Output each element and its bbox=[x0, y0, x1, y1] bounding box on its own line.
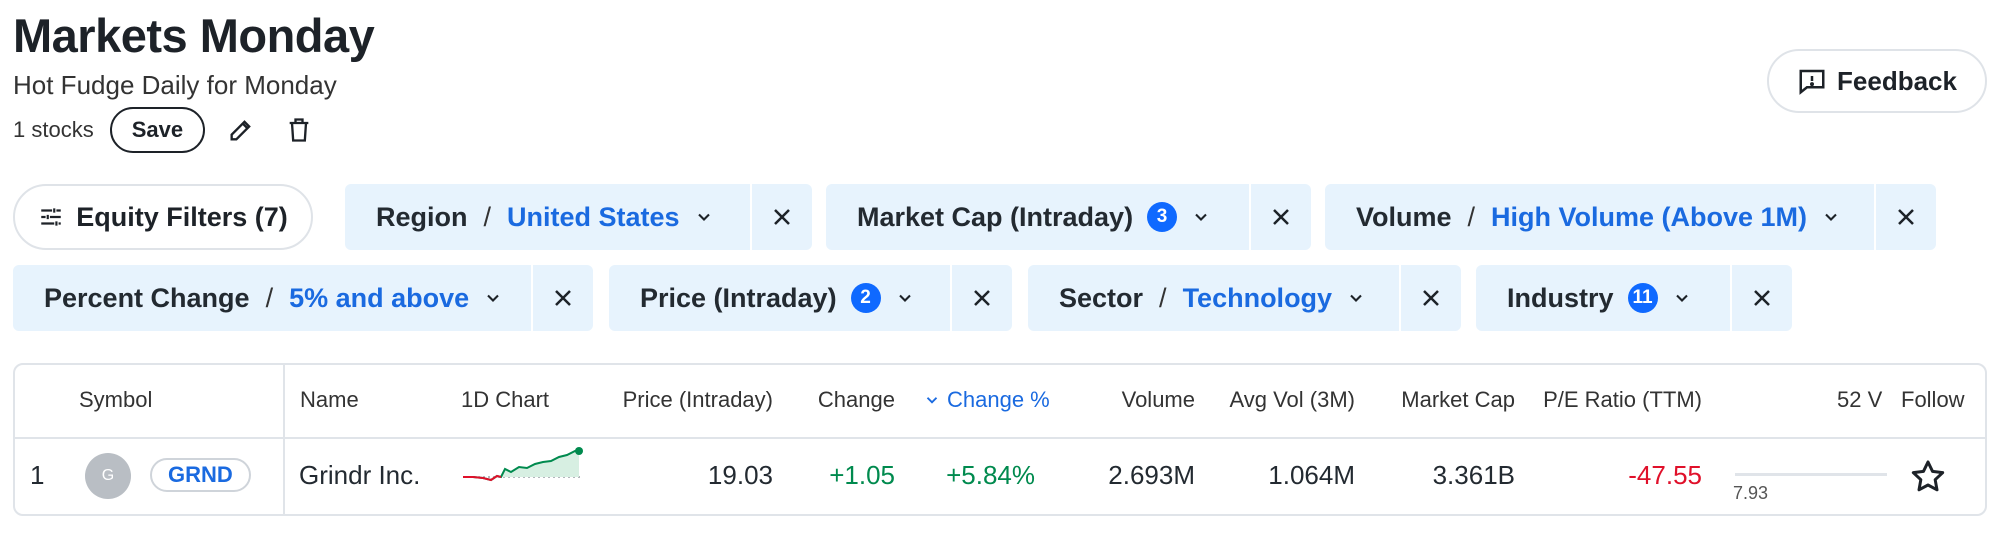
filter-label: Percent Change bbox=[44, 282, 250, 313]
avg-volume-value: 1.064M bbox=[1268, 460, 1355, 490]
filter-chip-volume: Volume / High Volume (Above 1M) bbox=[1325, 184, 1936, 250]
filter-chip-percent-change-toggle[interactable]: Percent Change / 5% and above bbox=[13, 265, 531, 331]
change-pct-value: +5.84% bbox=[946, 460, 1035, 490]
range-bar bbox=[1735, 473, 1887, 476]
screener-actions: 1 stocks Save bbox=[13, 107, 321, 153]
filter-separator: / bbox=[1159, 282, 1167, 313]
chevron-down-icon bbox=[1672, 288, 1692, 308]
sparkline-chart bbox=[463, 447, 583, 482]
column-header-avg-vol[interactable]: Avg Vol (3M) bbox=[1195, 387, 1355, 413]
column-header-follow: Follow bbox=[1901, 387, 1965, 412]
close-icon bbox=[1754, 290, 1770, 306]
close-icon bbox=[774, 209, 790, 225]
feedback-button[interactable]: Feedback bbox=[1767, 49, 1987, 113]
close-icon bbox=[1423, 290, 1439, 306]
symbol-link[interactable]: GRND bbox=[150, 458, 251, 492]
feedback-icon bbox=[1799, 69, 1825, 95]
trash-icon[interactable] bbox=[277, 108, 321, 152]
chevron-down-icon bbox=[1191, 207, 1211, 227]
feedback-label: Feedback bbox=[1837, 65, 1957, 96]
filter-chip-sector: Sector / Technology bbox=[1028, 265, 1461, 331]
price-value: 19.03 bbox=[707, 460, 773, 490]
filter-chip-price: Price (Intraday) 2 bbox=[609, 265, 1012, 331]
filter-chip-region: Region / United States bbox=[345, 184, 812, 250]
filter-count-badge: 2 bbox=[850, 283, 881, 313]
edit-icon[interactable] bbox=[219, 108, 263, 152]
remove-filter-price[interactable] bbox=[952, 265, 1012, 331]
column-header-symbol[interactable]: Symbol bbox=[79, 387, 152, 413]
filter-chip-industry: Industry 11 bbox=[1476, 265, 1792, 331]
filter-value: Technology bbox=[1182, 282, 1333, 313]
equity-filters-button[interactable]: Equity Filters (7) bbox=[13, 184, 313, 250]
column-header-change[interactable]: Change bbox=[785, 387, 895, 413]
equity-filters-label: Equity Filters (7) bbox=[76, 201, 288, 232]
filter-separator: / bbox=[1467, 201, 1476, 232]
page-subtitle: Hot Fudge Daily for Monday bbox=[13, 70, 337, 100]
filter-chip-percent-change: Percent Change / 5% and above bbox=[13, 265, 593, 331]
chevron-down-icon bbox=[1821, 207, 1841, 227]
filter-chip-industry-toggle[interactable]: Industry 11 bbox=[1476, 265, 1730, 331]
change-value: +1.05 bbox=[829, 460, 895, 490]
chevron-down-icon bbox=[483, 288, 503, 308]
filter-chip-sector-toggle[interactable]: Sector / Technology bbox=[1028, 265, 1399, 331]
filter-label: Sector bbox=[1059, 282, 1144, 313]
filter-separator: / bbox=[265, 282, 274, 313]
sort-desc-icon bbox=[926, 397, 938, 404]
close-icon bbox=[974, 290, 990, 306]
results-table: Symbol Name 1D Chart Price (Intraday) Ch… bbox=[13, 363, 1987, 516]
filter-value: High Volume (Above 1M) bbox=[1491, 201, 1808, 232]
pe-ratio-value: -47.55 bbox=[1628, 460, 1702, 490]
remove-filter-percent-change[interactable] bbox=[533, 265, 593, 331]
sliders-icon bbox=[41, 208, 61, 226]
column-header-chart: 1D Chart bbox=[461, 387, 550, 412]
chevron-down-icon bbox=[694, 207, 714, 227]
remove-filter-volume[interactable] bbox=[1876, 184, 1936, 250]
row-index: 1 bbox=[30, 460, 45, 490]
filter-count-badge: 3 bbox=[1147, 202, 1178, 232]
close-icon bbox=[555, 290, 571, 306]
market-cap-value: 3.361B bbox=[1432, 460, 1515, 490]
remove-filter-market-cap[interactable] bbox=[1251, 184, 1311, 250]
filter-value: 5% and above bbox=[289, 282, 470, 313]
page-title: Markets Monday bbox=[13, 9, 375, 62]
filter-chip-market-cap-toggle[interactable]: Market Cap (Intraday) 3 bbox=[826, 184, 1249, 250]
filter-value: United States bbox=[507, 201, 680, 232]
save-button[interactable]: Save bbox=[109, 107, 206, 153]
column-header-change-pct-label: Change % bbox=[947, 387, 1050, 412]
filter-chip-volume-toggle[interactable]: Volume / High Volume (Above 1M) bbox=[1325, 184, 1874, 250]
filter-label: Region bbox=[376, 201, 468, 232]
filter-label: Volume bbox=[1356, 201, 1452, 232]
filter-label: Industry bbox=[1507, 282, 1614, 313]
row-divider bbox=[15, 437, 1985, 439]
column-header-change-pct[interactable]: Change % bbox=[923, 387, 1050, 413]
column-header-52w-range[interactable]: 52 V bbox=[1837, 387, 1882, 413]
remove-filter-region[interactable] bbox=[752, 184, 812, 250]
column-header-volume[interactable]: Volume bbox=[1075, 387, 1195, 413]
stock-count: 1 stocks bbox=[13, 117, 94, 142]
star-icon[interactable] bbox=[1908, 457, 1948, 497]
filter-count-badge: 11 bbox=[1627, 283, 1658, 313]
column-divider bbox=[283, 365, 285, 514]
filter-chip-price-toggle[interactable]: Price (Intraday) 2 bbox=[609, 265, 950, 331]
column-header-pe-ratio[interactable]: P/E Ratio (TTM) bbox=[1515, 387, 1702, 413]
remove-filter-sector[interactable] bbox=[1401, 265, 1461, 331]
column-header-price[interactable]: Price (Intraday) bbox=[615, 387, 773, 413]
filter-chip-market-cap: Market Cap (Intraday) 3 bbox=[826, 184, 1311, 250]
remove-filter-industry[interactable] bbox=[1732, 265, 1792, 331]
avatar: G bbox=[85, 453, 131, 499]
volume-value: 2.693M bbox=[1108, 460, 1195, 490]
column-header-market-cap[interactable]: Market Cap bbox=[1365, 387, 1515, 413]
column-header-name[interactable]: Name bbox=[300, 387, 359, 413]
range-low-value: 7.93 bbox=[1733, 483, 1769, 503]
chevron-down-icon bbox=[1346, 288, 1366, 308]
filter-separator: / bbox=[483, 201, 492, 232]
company-name: Grindr Inc. bbox=[299, 460, 421, 490]
close-icon bbox=[1898, 209, 1914, 225]
chevron-down-icon bbox=[895, 288, 915, 308]
filter-label: Price (Intraday) bbox=[640, 282, 837, 313]
close-icon bbox=[1273, 209, 1289, 225]
filter-chip-region-toggle[interactable]: Region / United States bbox=[345, 184, 750, 250]
filter-label: Market Cap (Intraday) bbox=[857, 201, 1134, 232]
